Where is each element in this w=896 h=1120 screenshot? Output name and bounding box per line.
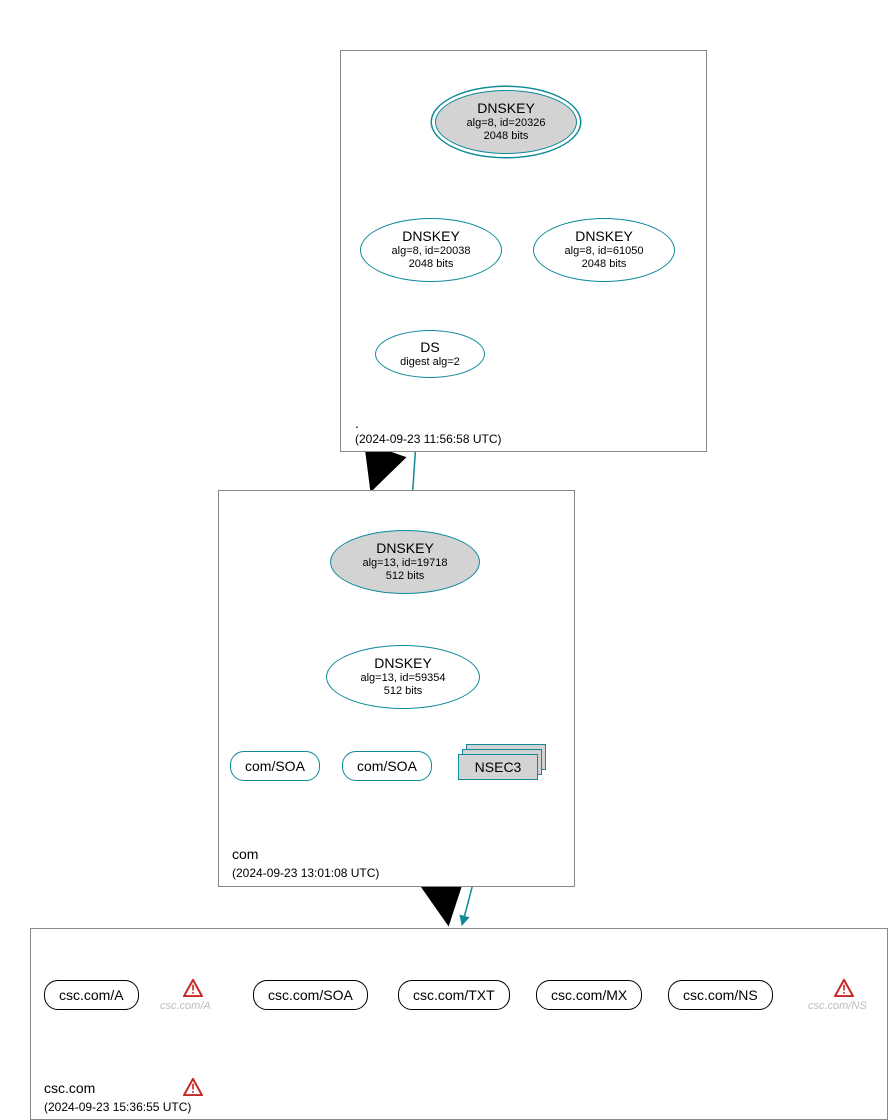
zone-csc-timestamp: (2024-09-23 15:36:55 UTC) <box>44 1100 191 1114</box>
node-sub: 512 bits <box>384 685 423 698</box>
com-soa-1: com/SOA <box>230 751 320 781</box>
root-ds: DS digest alg=2 <box>375 330 485 378</box>
com-dnskey-zsk: DNSKEY alg=13, id=59354 512 bits <box>326 645 480 709</box>
root-dnskey-ksk: DNSKEY alg=8, id=20326 2048 bits <box>435 90 577 154</box>
com-soa-2: com/SOA <box>342 751 432 781</box>
warning-label-a: csc.com/A <box>160 1000 211 1012</box>
node-sub: 2048 bits <box>582 258 627 271</box>
node-title: DNSKEY <box>376 540 434 557</box>
zone-com-timestamp: (2024-09-23 13:01:08 UTC) <box>232 866 379 880</box>
zone-root-label: . <box>355 415 359 431</box>
zone-csc-label: csc.com <box>44 1080 95 1096</box>
node-title: DNSKEY <box>402 228 460 245</box>
csc-a: csc.com/A <box>44 980 139 1010</box>
zone-csc <box>30 928 888 1120</box>
com-dnskey-ksk: DNSKEY alg=13, id=19718 512 bits <box>330 530 480 594</box>
node-title: DNSKEY <box>477 100 535 117</box>
node-title: DNSKEY <box>374 655 432 672</box>
node-title: DNSKEY <box>575 228 633 245</box>
root-dnskey-zsk2: DNSKEY alg=8, id=61050 2048 bits <box>533 218 675 282</box>
nsec3-label: NSEC3 <box>458 754 538 780</box>
zone-com-label: com <box>232 846 258 862</box>
node-sub: alg=8, id=20038 <box>392 245 471 258</box>
csc-soa: csc.com/SOA <box>253 980 368 1010</box>
warning-icon <box>183 1078 203 1096</box>
node-sub: alg=13, id=59354 <box>360 672 445 685</box>
csc-mx: csc.com/MX <box>536 980 642 1010</box>
warning-label-ns: csc.com/NS <box>808 1000 867 1012</box>
warning-icon <box>834 979 854 997</box>
node-sub: 2048 bits <box>484 130 529 143</box>
node-sub: alg=8, id=61050 <box>565 245 644 258</box>
node-sub: 512 bits <box>386 570 425 583</box>
node-title: DS <box>420 339 439 356</box>
csc-ns: csc.com/NS <box>668 980 773 1010</box>
node-sub: alg=8, id=20326 <box>467 117 546 130</box>
node-sub: digest alg=2 <box>400 356 460 369</box>
warning-icon <box>183 979 203 997</box>
node-sub: alg=13, id=19718 <box>362 557 447 570</box>
node-sub: 2048 bits <box>409 258 454 271</box>
zone-root-timestamp: (2024-09-23 11:56:58 UTC) <box>355 432 502 446</box>
csc-txt: csc.com/TXT <box>398 980 510 1010</box>
root-dnskey-zsk1: DNSKEY alg=8, id=20038 2048 bits <box>360 218 502 282</box>
